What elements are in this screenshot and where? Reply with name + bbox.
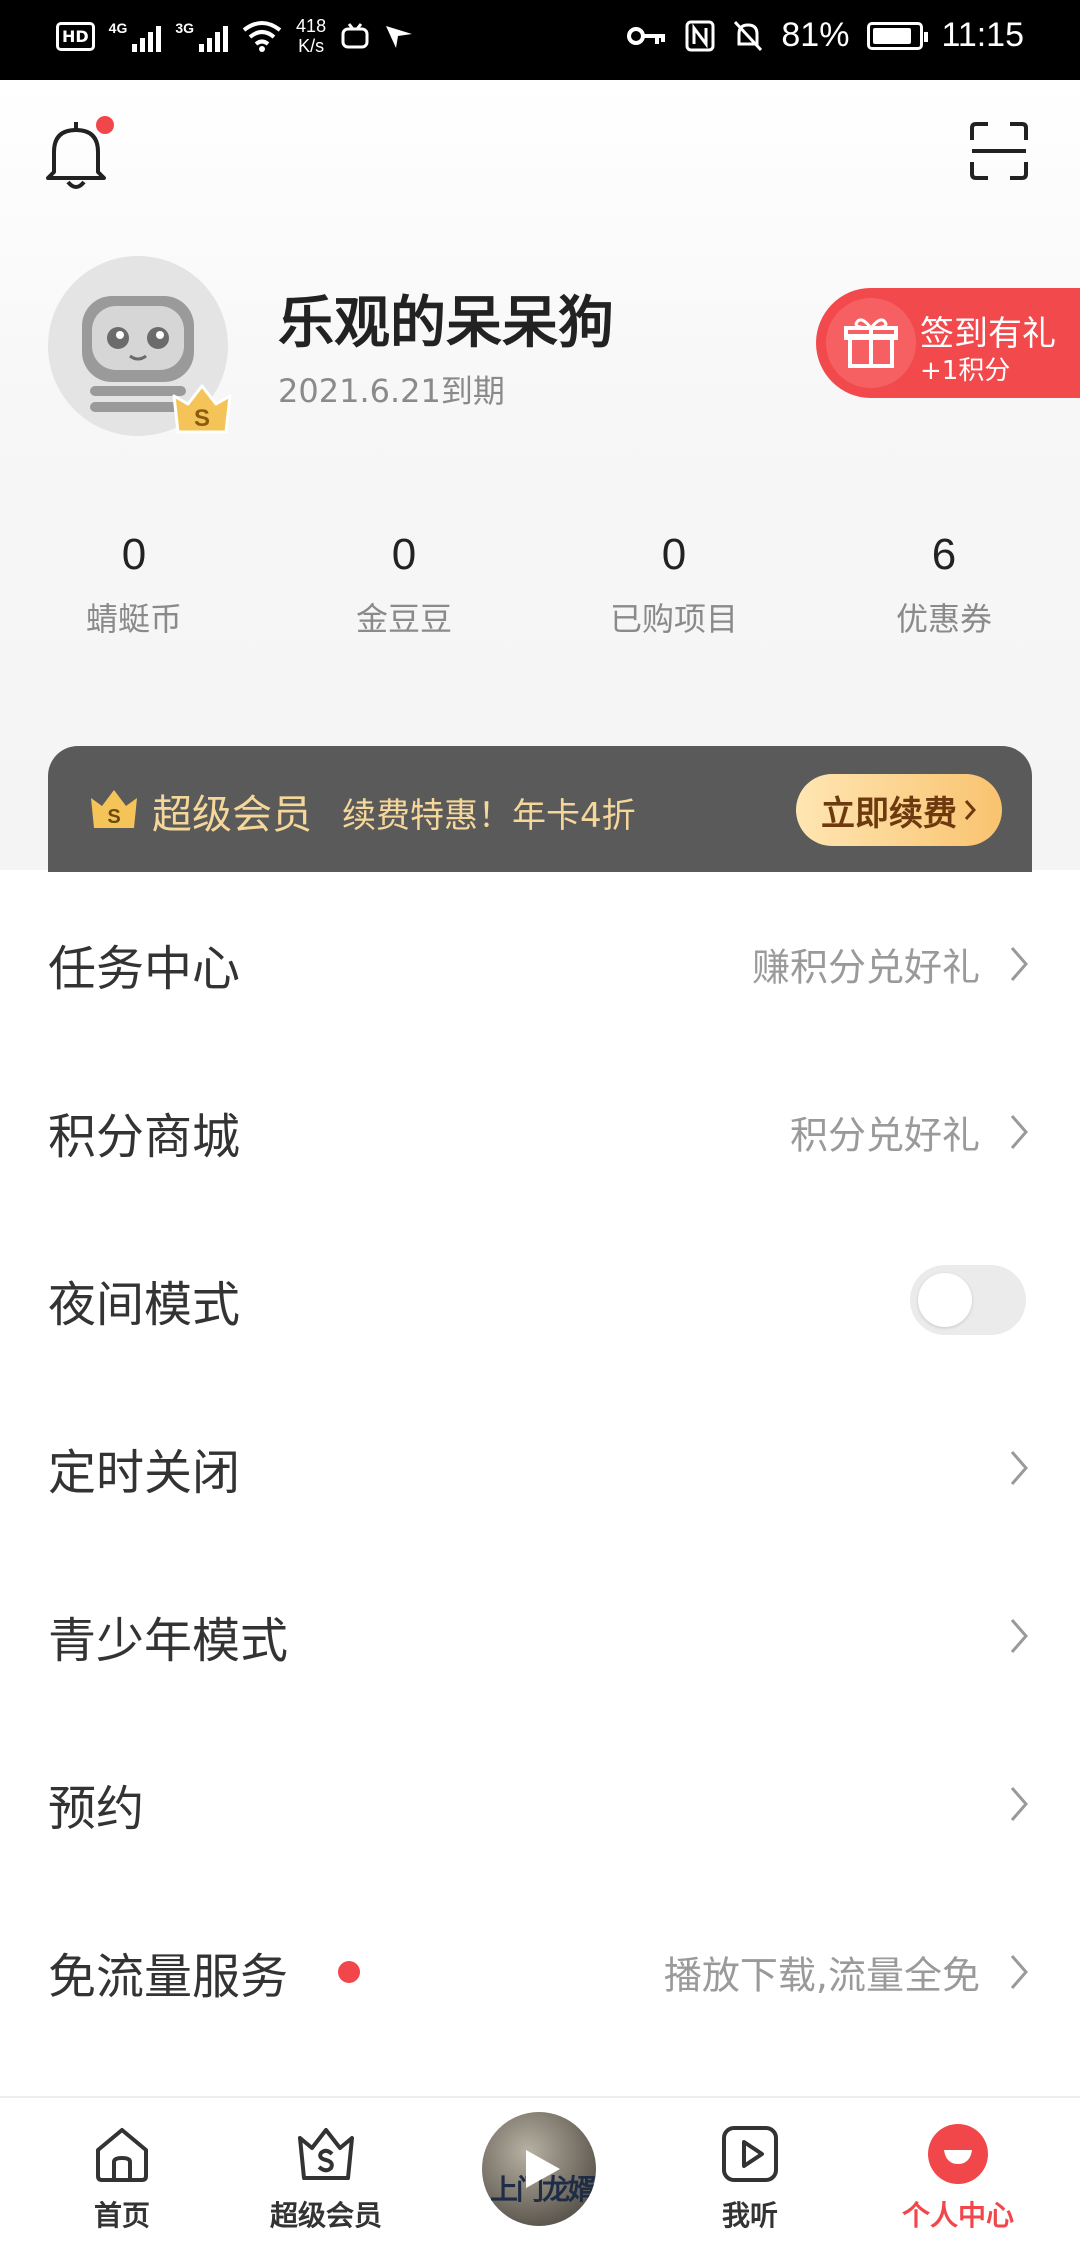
tab-label: 个人中心	[901, 2199, 1014, 2232]
menu-item-label: 定时关闭	[48, 1445, 241, 1501]
settings-menu: 任务中心 赚积分兑好礼 积分商城 积分兑好礼 夜间模式 定时关闭 青少年模式 预…	[0, 880, 1080, 2056]
username: 乐观的呆呆狗	[278, 291, 614, 356]
signal-4g-icon: 4G	[109, 20, 162, 52]
battery-icon	[867, 21, 929, 50]
stat-label: 已购项目	[609, 600, 738, 638]
tab-profile[interactable]: 个人中心	[858, 2098, 1058, 2244]
menu-item-free-data[interactable]: 免流量服务 播放下载,流量全免	[0, 1888, 1080, 2056]
menu-item-label: 积分商城	[48, 1109, 241, 1165]
gift-icon-circle	[826, 298, 916, 388]
menu-item-night-mode: 夜间模式	[0, 1216, 1080, 1384]
home-icon	[96, 2128, 148, 2182]
stat-dragonfly-coins[interactable]: 0 蜻蜓币	[34, 530, 234, 640]
vip-banner[interactable]: S 超级会员 续费特惠！年卡4折 立即续费	[48, 746, 1032, 872]
menu-item-sleep-timer[interactable]: 定时关闭	[0, 1384, 1080, 1552]
stat-gold-beans[interactable]: 0 金豆豆	[304, 530, 504, 640]
stat-coupons[interactable]: 6 优惠券	[844, 530, 1044, 640]
stat-label: 蜻蜓币	[85, 600, 182, 638]
play-box-icon	[722, 2126, 778, 2182]
mute-bell-icon	[734, 20, 763, 51]
menu-item-task-center[interactable]: 任务中心 赚积分兑好礼	[0, 880, 1080, 1048]
network-speed-value: 418	[296, 16, 327, 36]
chevron-right-icon	[1010, 1619, 1028, 1653]
vip-name: 超级会员	[152, 792, 312, 838]
renew-button-label: 立即续费	[821, 793, 957, 834]
battery-percent: 81%	[781, 16, 850, 54]
stat-purchased[interactable]: 0 已购项目	[574, 530, 774, 640]
stats-row: 0 蜻蜓币 0 金豆豆 0 已购项目 6 优惠券	[0, 530, 1080, 670]
hd-icon: HD	[56, 21, 95, 51]
notification-button[interactable]	[44, 116, 114, 196]
menu-item-label: 任务中心	[48, 941, 241, 997]
stat-value: 0	[391, 530, 417, 579]
scan-icon	[970, 122, 1028, 180]
notification-dot	[96, 116, 114, 134]
menu-item-label: 青少年模式	[48, 1613, 289, 1669]
menu-item-label: 预约	[48, 1781, 145, 1837]
now-playing-button[interactable]: 上门龙婿	[482, 2112, 596, 2226]
signal-3g-icon: 3G	[175, 20, 229, 52]
signin-subtitle: +1积分	[920, 356, 1011, 386]
menu-item-label: 免流量服务	[48, 1949, 289, 2005]
vip-badge: S	[170, 380, 234, 436]
menu-item-hint: 积分兑好礼	[789, 1113, 980, 1158]
clock: 11:15	[941, 16, 1024, 54]
renew-button[interactable]: 立即续费	[796, 774, 1002, 846]
new-badge-dot	[338, 1961, 360, 1983]
vip-crown-letter: S	[107, 806, 120, 828]
tab-super-vip[interactable]: 超级会员	[226, 2098, 426, 2244]
menu-item-points-mall[interactable]: 积分商城 积分兑好礼	[0, 1048, 1080, 1216]
crown-icon: S	[172, 384, 232, 434]
network-speed: 418 K/s	[296, 16, 326, 56]
night-mode-toggle[interactable]	[910, 1265, 1026, 1335]
tab-label: 超级会员	[269, 2199, 382, 2232]
tab-my-listening[interactable]: 我听	[650, 2098, 850, 2244]
signal-1-label: 4G	[108, 20, 128, 36]
scan-button[interactable]	[968, 120, 1030, 182]
stat-value: 0	[661, 530, 687, 579]
chevron-right-icon	[964, 800, 977, 820]
menu-item-hint: 赚积分兑好礼	[751, 945, 980, 990]
menu-item-reservations[interactable]: 预约	[0, 1720, 1080, 1888]
stat-label: 金豆豆	[355, 600, 452, 638]
chevron-right-icon	[1010, 1787, 1028, 1821]
chevron-right-icon	[1010, 1955, 1028, 1989]
network-speed-unit: K/s	[298, 36, 325, 56]
signin-button[interactable]: 签到有礼 +1积分	[816, 288, 1080, 398]
vip-badge-letter: S	[194, 405, 210, 432]
menu-item-label: 夜间模式	[48, 1277, 241, 1333]
key-icon	[627, 26, 666, 45]
gift-icon	[844, 318, 898, 368]
status-bar-left: HD 4G 3G 418 K/s	[56, 16, 414, 56]
send-icon	[386, 26, 413, 48]
toggle-knob	[918, 1273, 972, 1327]
signin-title: 签到有礼	[920, 314, 1056, 354]
play-icon	[526, 2150, 560, 2188]
stat-value: 6	[931, 530, 957, 579]
status-bar-right: 81% 11:15	[627, 16, 1024, 55]
tv-app-icon	[341, 23, 369, 49]
tab-label: 首页	[93, 2199, 150, 2232]
vip-promo: 续费特惠！年卡4折	[342, 796, 636, 836]
tab-label: 我听	[721, 2199, 778, 2232]
chevron-right-icon	[1010, 947, 1028, 981]
chevron-right-icon	[1010, 1451, 1028, 1485]
menu-item-youth-mode[interactable]: 青少年模式	[0, 1552, 1080, 1720]
profile-face-icon	[928, 2124, 988, 2184]
stat-value: 0	[121, 530, 147, 579]
signal-2-label: 3G	[175, 20, 195, 36]
tab-home[interactable]: 首页	[22, 2098, 222, 2244]
chevron-right-icon	[1010, 1115, 1028, 1149]
stat-label: 优惠券	[895, 600, 992, 638]
status-bar: HD 4G 3G 418 K/s 81% 11:15	[0, 0, 1080, 80]
expiry-date: 2021.6.21到期	[278, 372, 505, 410]
wifi-icon	[242, 21, 282, 52]
menu-item-hint: 播放下载,流量全免	[663, 1953, 980, 1998]
nfc-icon	[685, 20, 715, 51]
vip-crown-icon: S	[91, 790, 137, 828]
vip-crown-tab-icon	[298, 2128, 354, 2180]
